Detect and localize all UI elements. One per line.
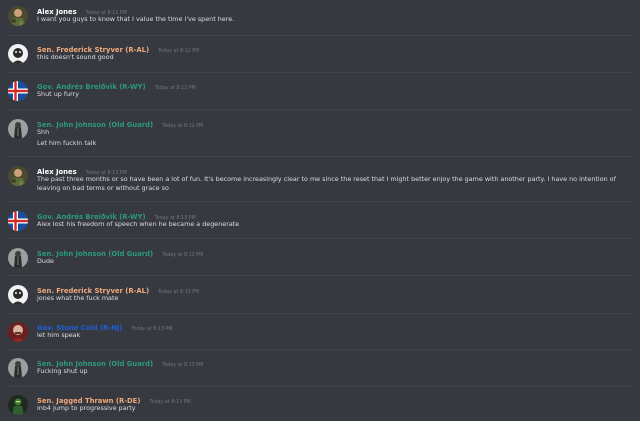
message-content: Fucking shut up xyxy=(37,367,627,376)
message-divider xyxy=(8,109,632,110)
bald-man-avatar-icon[interactable] xyxy=(8,322,28,342)
message-content: Dude xyxy=(37,257,627,266)
message-line: Alex lost his freedom of speech when he … xyxy=(37,220,240,228)
face-avatar-icon[interactable] xyxy=(8,285,28,305)
message-content: jones what the fuck mate xyxy=(37,294,627,303)
message-content: Shut up furry xyxy=(37,90,627,99)
soldier-avatar-icon[interactable] xyxy=(8,358,28,378)
face-avatar-icon[interactable] xyxy=(8,44,28,64)
camo-avatar-icon[interactable] xyxy=(8,166,28,186)
message-divider xyxy=(8,72,632,73)
message-line: The past three months or so have been a … xyxy=(37,175,616,192)
message-line: Fucking shut up xyxy=(37,367,88,375)
message-line: I want you guys to know that I value the… xyxy=(37,15,235,23)
message-line: Shut up furry xyxy=(37,90,80,98)
message-content: inb4 jump to progressive party xyxy=(37,404,627,413)
message-content: Shh Let him fuckin talk xyxy=(37,128,627,147)
message-line: jones what the fuck mate xyxy=(37,294,119,302)
message-divider xyxy=(8,201,632,202)
message-line: let him speak xyxy=(37,331,81,339)
message-line: inb4 jump to progressive party xyxy=(37,404,136,412)
message-content: let him speak xyxy=(37,331,627,340)
message-divider xyxy=(8,349,632,350)
message-divider xyxy=(8,238,632,239)
chat-message-list: Alex Jones Today at 8:12 PM I want you g… xyxy=(0,0,640,421)
soldier-avatar-icon[interactable] xyxy=(8,248,28,268)
message-divider xyxy=(8,313,632,314)
message-line: Dude xyxy=(37,257,54,265)
message-line: this doesn't sound good xyxy=(37,53,114,61)
message-content: this doesn't sound good xyxy=(37,53,627,62)
message-line: Let him fuckin talk xyxy=(37,138,97,147)
iceland-flag-avatar-icon[interactable] xyxy=(8,211,28,231)
message-divider xyxy=(8,156,632,157)
message-divider xyxy=(8,35,632,36)
message-content: Alex lost his freedom of speech when he … xyxy=(37,220,627,229)
soldier-avatar-icon[interactable] xyxy=(8,119,28,139)
message-divider xyxy=(8,275,632,276)
camo-avatar-icon[interactable] xyxy=(8,6,28,26)
message-divider xyxy=(8,386,632,387)
green-figure-avatar-icon[interactable] xyxy=(8,395,28,415)
iceland-flag-avatar-icon[interactable] xyxy=(8,81,28,101)
message-content: The past three months or so have been a … xyxy=(37,175,627,192)
message-content: I want you guys to know that I value the… xyxy=(37,15,627,24)
message-line: Shh xyxy=(37,128,50,136)
